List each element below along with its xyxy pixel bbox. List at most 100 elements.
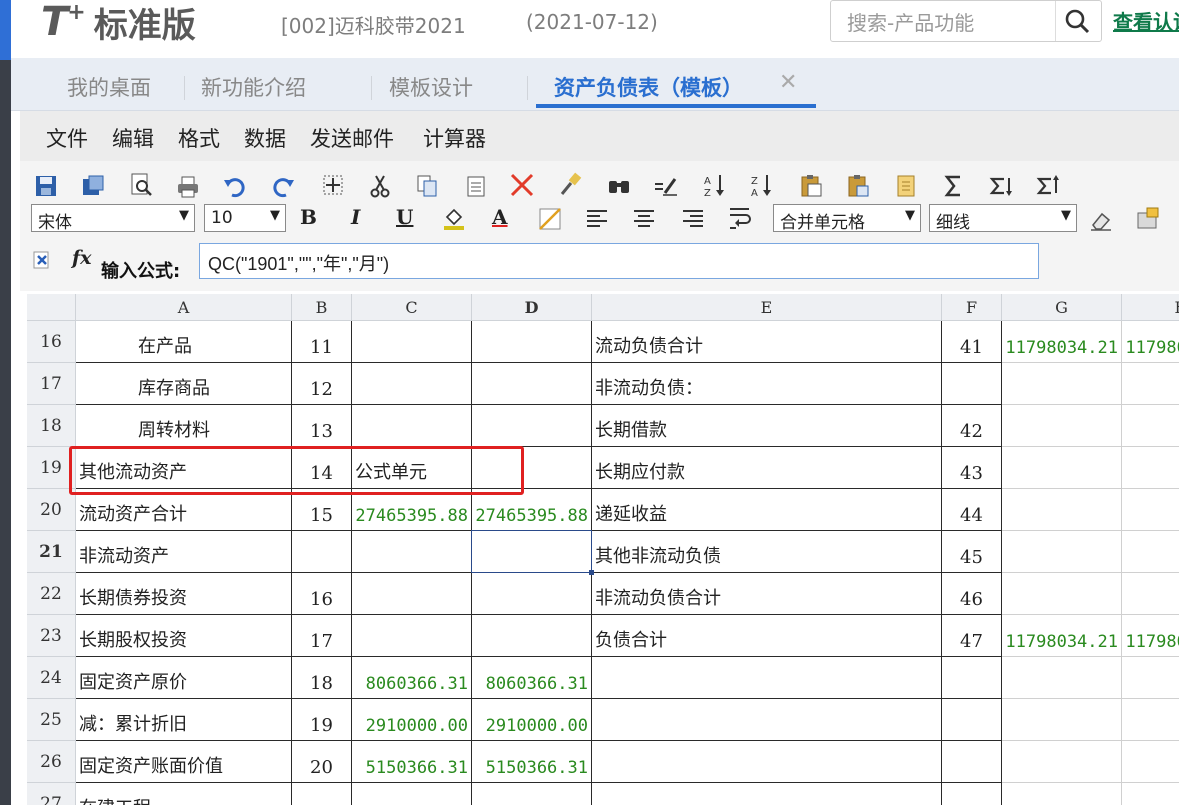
cell-c18[interactable] (352, 405, 472, 447)
cell-a22[interactable]: 长期债券投资 (76, 573, 292, 615)
undo-icon[interactable] (222, 174, 248, 200)
cell-h21[interactable] (1122, 531, 1179, 573)
cell-b22[interactable]: 16 (292, 573, 352, 615)
cell-c20[interactable]: 27465395.88 (352, 489, 472, 531)
cell-h25[interactable] (1122, 699, 1179, 741)
cell-d23[interactable] (472, 615, 592, 657)
save-icon[interactable] (33, 173, 59, 199)
column-header-c[interactable]: C (352, 294, 472, 321)
formula-input[interactable]: QC("1901","","年","月") (199, 243, 1039, 279)
cell-b17[interactable]: 12 (292, 363, 352, 405)
cell-h16[interactable]: 11798034.21 (1122, 321, 1179, 363)
menu-calculator[interactable]: 计算器 (423, 123, 486, 153)
menu-format[interactable]: 格式 (178, 123, 220, 153)
column-header-e[interactable]: E (592, 294, 942, 321)
align-center-icon[interactable] (631, 206, 657, 232)
cell-b27[interactable] (292, 783, 352, 805)
sum-icon[interactable] (941, 173, 967, 199)
cell-h19[interactable] (1122, 447, 1179, 489)
row-header[interactable]: 22 (27, 573, 76, 615)
row-header[interactable]: 27 (27, 783, 76, 805)
row-header[interactable]: 17 (27, 363, 76, 405)
cell-d22[interactable] (472, 573, 592, 615)
row-header[interactable]: 19 (27, 447, 76, 489)
column-header-d[interactable]: D (472, 294, 592, 321)
cell-g23[interactable]: 11798034.21 (1002, 615, 1122, 657)
cancel-formula-icon[interactable] (30, 248, 56, 274)
column-header-g[interactable]: G (1002, 294, 1122, 321)
cell-properties-icon[interactable] (893, 173, 919, 199)
cell-c25[interactable]: 2910000.00 (352, 699, 472, 741)
wrap-text-icon[interactable] (727, 204, 753, 230)
italic-button[interactable]: I (351, 205, 360, 229)
cell-b26[interactable]: 20 (292, 741, 352, 783)
cell-e20[interactable]: 递延收益 (592, 489, 942, 531)
tab-new-features[interactable]: 新功能介绍 (201, 72, 306, 102)
paste-special-icon[interactable] (798, 173, 824, 199)
cell-g25[interactable] (1002, 699, 1122, 741)
sort-ascending-icon[interactable]: AZ (702, 172, 728, 198)
copy-icon[interactable] (414, 173, 440, 199)
cell-f17[interactable] (942, 363, 1002, 405)
select-all-corner[interactable] (27, 294, 76, 321)
row-header[interactable]: 18 (27, 405, 76, 447)
cell-b25[interactable]: 19 (292, 699, 352, 741)
cell-g20[interactable] (1002, 489, 1122, 531)
border-color-icon[interactable] (537, 206, 563, 232)
cell-f24[interactable] (942, 657, 1002, 699)
cell-f21[interactable]: 45 (942, 531, 1002, 573)
settings-icon[interactable] (1135, 205, 1161, 231)
cell-g26[interactable] (1002, 741, 1122, 783)
cell-e27[interactable] (592, 783, 942, 805)
cell-d24[interactable]: 8060366.31 (472, 657, 592, 699)
cell-f25[interactable] (942, 699, 1002, 741)
cell-f22[interactable]: 46 (942, 573, 1002, 615)
cell-e17[interactable]: 非流动负债： (592, 363, 942, 405)
tab-template-design[interactable]: 模板设计 (389, 72, 473, 102)
border-style-select[interactable]: 细线 ▼ (929, 204, 1077, 233)
select-all-icon[interactable] (320, 172, 346, 198)
cell-h24[interactable] (1122, 657, 1179, 699)
row-header[interactable]: 21 (27, 531, 76, 573)
cell-g24[interactable] (1002, 657, 1122, 699)
column-header-a[interactable]: A (76, 294, 292, 321)
search-icon[interactable] (1063, 7, 1091, 35)
cell-d17[interactable] (472, 363, 592, 405)
font-color-button[interactable]: A (492, 205, 508, 229)
cell-f20[interactable]: 44 (942, 489, 1002, 531)
cell-c22[interactable] (352, 573, 472, 615)
cell-c16[interactable] (352, 321, 472, 363)
search-input[interactable]: 搜索-产品功能 (847, 7, 974, 36)
cell-e22[interactable]: 非流动负债合计 (592, 573, 942, 615)
row-header[interactable]: 24 (27, 657, 76, 699)
cell-f19[interactable]: 43 (942, 447, 1002, 489)
close-tab-icon[interactable]: ✕ (779, 70, 797, 95)
cell-g19[interactable] (1002, 447, 1122, 489)
cell-f18[interactable]: 42 (942, 405, 1002, 447)
underline-button[interactable]: U (396, 205, 413, 229)
cell-b18[interactable]: 13 (292, 405, 352, 447)
row-header[interactable]: 25 (27, 699, 76, 741)
cell-a16[interactable]: 在产品 (76, 321, 292, 363)
menu-file[interactable]: 文件 (46, 123, 88, 153)
cell-c19[interactable]: 公式单元 (352, 447, 472, 489)
cell-b20[interactable]: 15 (292, 489, 352, 531)
cell-b24[interactable]: 18 (292, 657, 352, 699)
cell-e21[interactable]: 其他非流动负债 (592, 531, 942, 573)
tab-my-desktop[interactable]: 我的桌面 (67, 72, 151, 102)
find-icon[interactable] (606, 173, 632, 199)
cell-a20[interactable]: 流动资产合计 (76, 489, 292, 531)
paste-values-icon[interactable] (845, 173, 871, 199)
column-header-f[interactable]: F (942, 294, 1002, 321)
row-header[interactable]: 26 (27, 741, 76, 783)
cell-c24[interactable]: 8060366.31 (352, 657, 472, 699)
cell-f23[interactable]: 47 (942, 615, 1002, 657)
cell-a17[interactable]: 库存商品 (76, 363, 292, 405)
cell-g18[interactable] (1002, 405, 1122, 447)
sum-column-icon[interactable] (1035, 173, 1061, 199)
cell-h22[interactable] (1122, 573, 1179, 615)
menu-send-mail[interactable]: 发送邮件 (310, 123, 394, 153)
cell-d19[interactable] (472, 447, 592, 489)
cell-c27[interactable] (352, 783, 472, 805)
cell-c17[interactable] (352, 363, 472, 405)
